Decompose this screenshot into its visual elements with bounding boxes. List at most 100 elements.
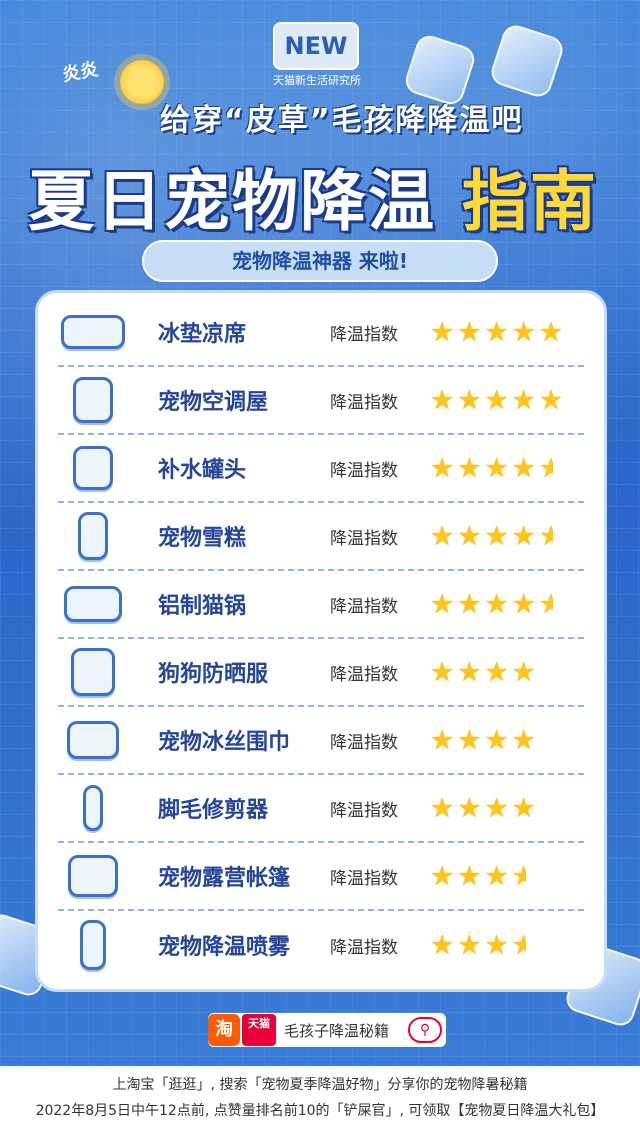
product-thumbnail	[83, 785, 103, 831]
star-icon: ★	[430, 724, 455, 756]
header-subtitle: 给穿“皮草”毛孩降降温吧	[160, 103, 524, 138]
star-icon: ★	[457, 316, 482, 348]
star-icon: ★	[484, 860, 509, 892]
rating-label: 降温指数	[330, 528, 398, 549]
list-item[interactable]: 狗狗防晒服 降温指数 ★ ★ ★ ★	[58, 639, 584, 707]
star-icon: ★	[511, 452, 536, 484]
product-thumbnail	[73, 446, 113, 490]
item-name: 狗狗防晒服	[158, 662, 269, 687]
title-highlight: 指南	[462, 163, 598, 240]
footer: 上淘宝「逛逛」, 搜索「宠物夏季降温好物」分享你的宠物降暑秘籍 2022年8月5…	[0, 1066, 640, 1138]
star-rating: ★ ★ ★ ★	[430, 863, 529, 890]
star-icon: ★	[430, 929, 455, 961]
star-rating: ★ ★ ★ ★	[430, 932, 529, 959]
search-query[interactable]: 毛孩子降温秘籍	[276, 1020, 408, 1041]
star-rating: ★ ★ ★ ★	[430, 727, 539, 754]
star-icon: ★	[457, 929, 482, 961]
dog-suit-icon	[60, 646, 126, 698]
scarf-icon	[60, 714, 126, 766]
star-icon: ★	[430, 860, 455, 892]
star-icon: ★	[457, 588, 482, 620]
product-thumbnail	[80, 920, 106, 970]
star-rating: ★ ★ ★ ★ ★	[430, 455, 556, 482]
list-item[interactable]: 宠物雪糕 降温指数 ★ ★ ★ ★ ★	[58, 503, 584, 571]
footer-line-1: 上淘宝「逛逛」, 搜索「宠物夏季降温好物」分享你的宠物降暑秘籍	[112, 1077, 528, 1093]
star-icon: ★	[484, 656, 509, 688]
search-bar[interactable]: 淘 天猫 毛孩子降温秘籍 ⚲	[208, 1013, 446, 1047]
rating-label: 降温指数	[330, 937, 398, 958]
trimmer-icon	[60, 782, 126, 834]
item-name: 冰垫凉席	[158, 322, 247, 347]
tent-icon	[60, 850, 126, 902]
item-name: 宠物冰丝围巾	[158, 730, 291, 755]
spray-icon	[60, 919, 126, 971]
item-name: 铝制猫锅	[158, 594, 247, 619]
star-icon: ★	[484, 452, 509, 484]
star-icon: ★	[484, 520, 509, 552]
product-thumbnail	[78, 512, 108, 560]
star-rating: ★ ★ ★ ★ ★	[430, 319, 566, 346]
star-rating: ★ ★ ★ ★	[430, 795, 539, 822]
star-icon: ★	[484, 316, 509, 348]
brand-logo: NEW	[273, 22, 359, 70]
star-icon: ★	[538, 316, 564, 348]
star-icon: ★	[511, 316, 536, 348]
water-can-icon	[60, 442, 126, 494]
star-icon: ★	[457, 520, 482, 552]
star-rating: ★ ★ ★ ★ ★	[430, 523, 556, 550]
taobao-logo: 淘	[208, 1014, 240, 1046]
product-thumbnail	[73, 377, 113, 423]
star-icon: ★	[430, 384, 455, 416]
star-icon: ★	[430, 452, 455, 484]
item-name: 补水罐头	[158, 458, 247, 483]
list-item[interactable]: 冰垫凉席 降温指数 ★ ★ ★ ★ ★	[58, 299, 584, 367]
tmall-logo: 天猫	[242, 1014, 276, 1046]
ice-cream-icon	[60, 510, 126, 562]
rating-label: 降温指数	[330, 664, 398, 685]
star-icon: ★	[430, 588, 455, 620]
star-icon: ★	[457, 724, 482, 756]
list-item[interactable]: 补水罐头 降温指数 ★ ★ ★ ★ ★	[58, 435, 584, 503]
title-main: 夏日宠物降温	[28, 163, 436, 240]
star-icon: ★	[511, 588, 536, 620]
star-icon: ★	[511, 520, 536, 552]
star-rating: ★ ★ ★ ★ ★	[430, 591, 556, 618]
star-icon: ★	[430, 520, 455, 552]
star-icon: ★	[430, 656, 455, 688]
star-icon: ★	[484, 588, 509, 620]
list-item[interactable]: 宠物降温喷雾 降温指数 ★ ★ ★ ★	[58, 911, 584, 979]
star-icon: ★	[457, 384, 482, 416]
search-icon[interactable]: ⚲	[408, 1017, 442, 1043]
star-icon: ★	[457, 860, 482, 892]
half-star-icon: ★	[511, 931, 526, 959]
cooling-mat-icon	[60, 306, 126, 358]
item-name: 宠物空调屋	[158, 390, 269, 415]
list-item[interactable]: 宠物冰丝围巾 降温指数 ★ ★ ★ ★	[58, 707, 584, 775]
half-star-icon: ★	[511, 862, 526, 890]
list-item[interactable]: 铝制猫锅 降温指数 ★ ★ ★ ★ ★	[58, 571, 584, 639]
list-item[interactable]: 宠物空调屋 降温指数 ★ ★ ★ ★ ★	[58, 367, 584, 435]
star-icon: ★	[430, 792, 455, 824]
rating-label: 降温指数	[330, 800, 398, 821]
list-item[interactable]: 宠物露营帐篷 降温指数 ★ ★ ★ ★	[58, 843, 584, 911]
star-icon: ★	[511, 384, 536, 416]
star-rating: ★ ★ ★ ★ ★	[430, 387, 566, 414]
rating-label: 降温指数	[330, 732, 398, 753]
list-item[interactable]: 脚毛修剪器 降温指数 ★ ★ ★ ★	[58, 775, 584, 843]
star-icon: ★	[511, 656, 536, 688]
star-icon: ★	[457, 452, 482, 484]
product-thumbnail	[64, 586, 122, 622]
half-star-icon: ★	[538, 590, 553, 618]
footer-line-2: 2022年8月5日中午12点前, 点赞量排名前10的「铲屎官」, 可领取【宠物夏…	[35, 1103, 605, 1119]
star-rating: ★ ★ ★ ★	[430, 659, 539, 686]
rating-label: 降温指数	[330, 596, 398, 617]
rating-label: 降温指数	[330, 324, 398, 345]
product-thumbnail	[71, 648, 115, 696]
half-star-icon: ★	[538, 522, 553, 550]
half-star-icon: ★	[538, 454, 553, 482]
rating-label: 降温指数	[330, 392, 398, 413]
star-icon: ★	[457, 656, 482, 688]
product-thumbnail	[68, 855, 118, 897]
item-name: 脚毛修剪器	[158, 798, 269, 823]
product-list: 冰垫凉席 降温指数 ★ ★ ★ ★ ★ 宠物空调屋 降温指数 ★ ★ ★ ★ ★ 补水罐头 降温指数 ★ ★ ★ ★ ★…	[35, 290, 607, 992]
